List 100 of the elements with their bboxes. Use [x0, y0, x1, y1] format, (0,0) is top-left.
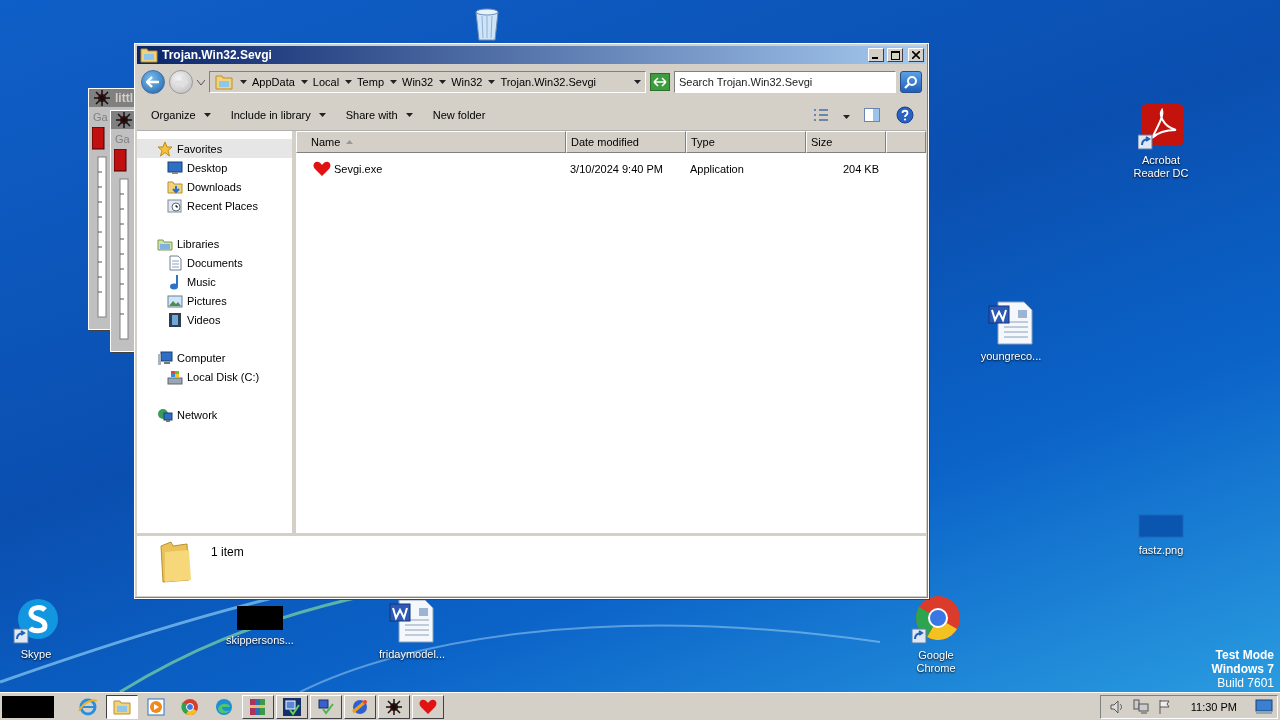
nav-item[interactable]: Music	[137, 272, 292, 291]
document-icon	[988, 300, 1034, 346]
column-header[interactable]: Name	[296, 131, 566, 153]
preview-pane-icon[interactable]	[864, 107, 880, 123]
icon-label[interactable]: skippersons...	[222, 634, 298, 647]
nav-item[interactable]: Recent Places	[137, 196, 292, 215]
table-cell-text: 3/10/2024 9:40 PM	[569, 163, 664, 175]
nav-item[interactable]: Favorites	[137, 139, 292, 158]
film-icon	[167, 311, 183, 328]
history-caret-icon[interactable]	[197, 79, 205, 85]
caret-icon	[439, 80, 447, 84]
flag-icon[interactable]	[1156, 698, 1173, 715]
column-header[interactable]	[886, 131, 926, 153]
caret-icon	[390, 80, 397, 84]
icon-label[interactable]: youngreco...	[973, 350, 1049, 363]
taskbar-button[interactable]	[106, 694, 138, 719]
start-button[interactable]	[2, 695, 54, 718]
column-header[interactable]: Date modified	[566, 131, 686, 153]
network-icon	[157, 406, 173, 423]
spider-icon	[92, 88, 112, 108]
watermark-text: Test Mode	[1215, 648, 1274, 662]
search-field[interactable]: Search Trojan.Win32.Sevgi	[674, 71, 896, 93]
window-title: Trojan.Win32.Sevgi	[162, 48, 273, 62]
toolbar-button[interactable]: New folder	[424, 106, 494, 124]
search-button[interactable]	[900, 71, 922, 93]
spider-icon	[384, 696, 404, 717]
column-header[interactable]: Size	[806, 131, 886, 153]
folder-icon	[139, 45, 159, 65]
breadcrumb[interactable]: Win32	[439, 76, 483, 88]
browser-icon	[214, 696, 234, 717]
sort-arrow-icon	[346, 140, 354, 144]
browser-icon	[180, 696, 200, 717]
icon-label[interactable]: Skype	[0, 648, 74, 661]
chat-app-icon	[13, 598, 59, 644]
nav-item[interactable]: Videos	[137, 310, 292, 329]
window-title: littl	[115, 91, 133, 105]
back-button[interactable]	[141, 70, 165, 94]
column-header[interactable]: Type	[686, 131, 806, 153]
help-icon[interactable]	[896, 106, 914, 124]
file-name[interactable]: Sevgi.exe	[334, 163, 383, 175]
network-icon[interactable]	[1132, 698, 1149, 715]
nav-item[interactable]: Libraries	[137, 234, 292, 253]
caret-icon	[405, 113, 413, 117]
monitor-icon	[167, 159, 183, 176]
close-icon	[912, 51, 920, 59]
computer-icon	[157, 349, 173, 366]
speaker-icon[interactable]	[1108, 698, 1125, 715]
nav-item[interactable]: Local Disk (C:)	[137, 367, 292, 386]
icon-label[interactable]: fridaymodel...	[374, 648, 450, 661]
minimize-button[interactable]	[868, 48, 884, 62]
table-cell-text: 204 KB	[841, 163, 880, 175]
forward-arrow-icon	[174, 76, 188, 88]
breadcrumb[interactable]: Local	[300, 76, 340, 88]
breadcrumb[interactable]: Win32	[390, 76, 434, 88]
picture-icon	[167, 292, 183, 309]
clock[interactable]: 11:30 PM	[1190, 700, 1237, 713]
nav-item[interactable]: Computer	[137, 348, 292, 367]
image-icon	[1138, 514, 1184, 540]
search-icon	[904, 75, 918, 89]
breadcrumb[interactable]: AppData	[240, 76, 295, 88]
maximize-button[interactable]	[887, 48, 903, 62]
nav-item[interactable]: Pictures	[137, 291, 292, 310]
nav-item[interactable]: Documents	[137, 253, 292, 272]
breadcrumb[interactable]: Temp	[345, 76, 384, 88]
caret-icon	[488, 80, 496, 84]
icon-label[interactable]: Google Chrome	[898, 649, 974, 675]
caret-icon	[203, 113, 211, 117]
icon-label[interactable]: fastz.png	[1123, 544, 1199, 557]
heart-icon	[312, 159, 332, 179]
show-desktop-icon[interactable]	[1255, 698, 1273, 715]
image-icon	[237, 606, 283, 630]
refresh-arrows-icon	[653, 77, 667, 87]
refresh-button[interactable]	[650, 73, 670, 91]
drive-icon	[167, 368, 183, 385]
toolbar-button[interactable]: Share with	[337, 106, 421, 124]
setup-icon	[282, 696, 302, 717]
toolbar-button[interactable]: Organize	[143, 106, 219, 124]
caret-icon	[843, 115, 850, 119]
folder-icon	[214, 72, 234, 92]
toolbar-button[interactable]: Include in library	[222, 106, 334, 124]
caret-icon	[318, 113, 326, 117]
breadcrumb[interactable]: Trojan.Win32.Sevgi	[488, 76, 596, 88]
nav-item[interactable]: Network	[137, 405, 292, 424]
close-button[interactable]	[908, 48, 924, 62]
caret-icon	[345, 80, 353, 84]
folder-icon	[157, 540, 193, 584]
icon-label[interactable]: Acrobat Reader DC	[1123, 154, 1199, 180]
caret-icon	[240, 80, 247, 84]
caret-icon	[300, 80, 308, 84]
table-cell-text: Application	[689, 163, 745, 175]
watermark-text: Build 7601	[1217, 676, 1274, 690]
books-icon	[248, 696, 268, 717]
setup-icon	[316, 696, 336, 717]
star-icon	[157, 140, 173, 157]
nav-item[interactable]: Downloads	[137, 177, 292, 196]
caret-icon	[634, 80, 641, 84]
back-arrow-icon	[146, 76, 160, 88]
nav-item[interactable]: Desktop	[137, 158, 292, 177]
play-icon	[146, 696, 166, 717]
address-bar[interactable]: AppData Local Temp Win32 Win32 Trojan.Win32.Sevgi	[209, 71, 646, 93]
